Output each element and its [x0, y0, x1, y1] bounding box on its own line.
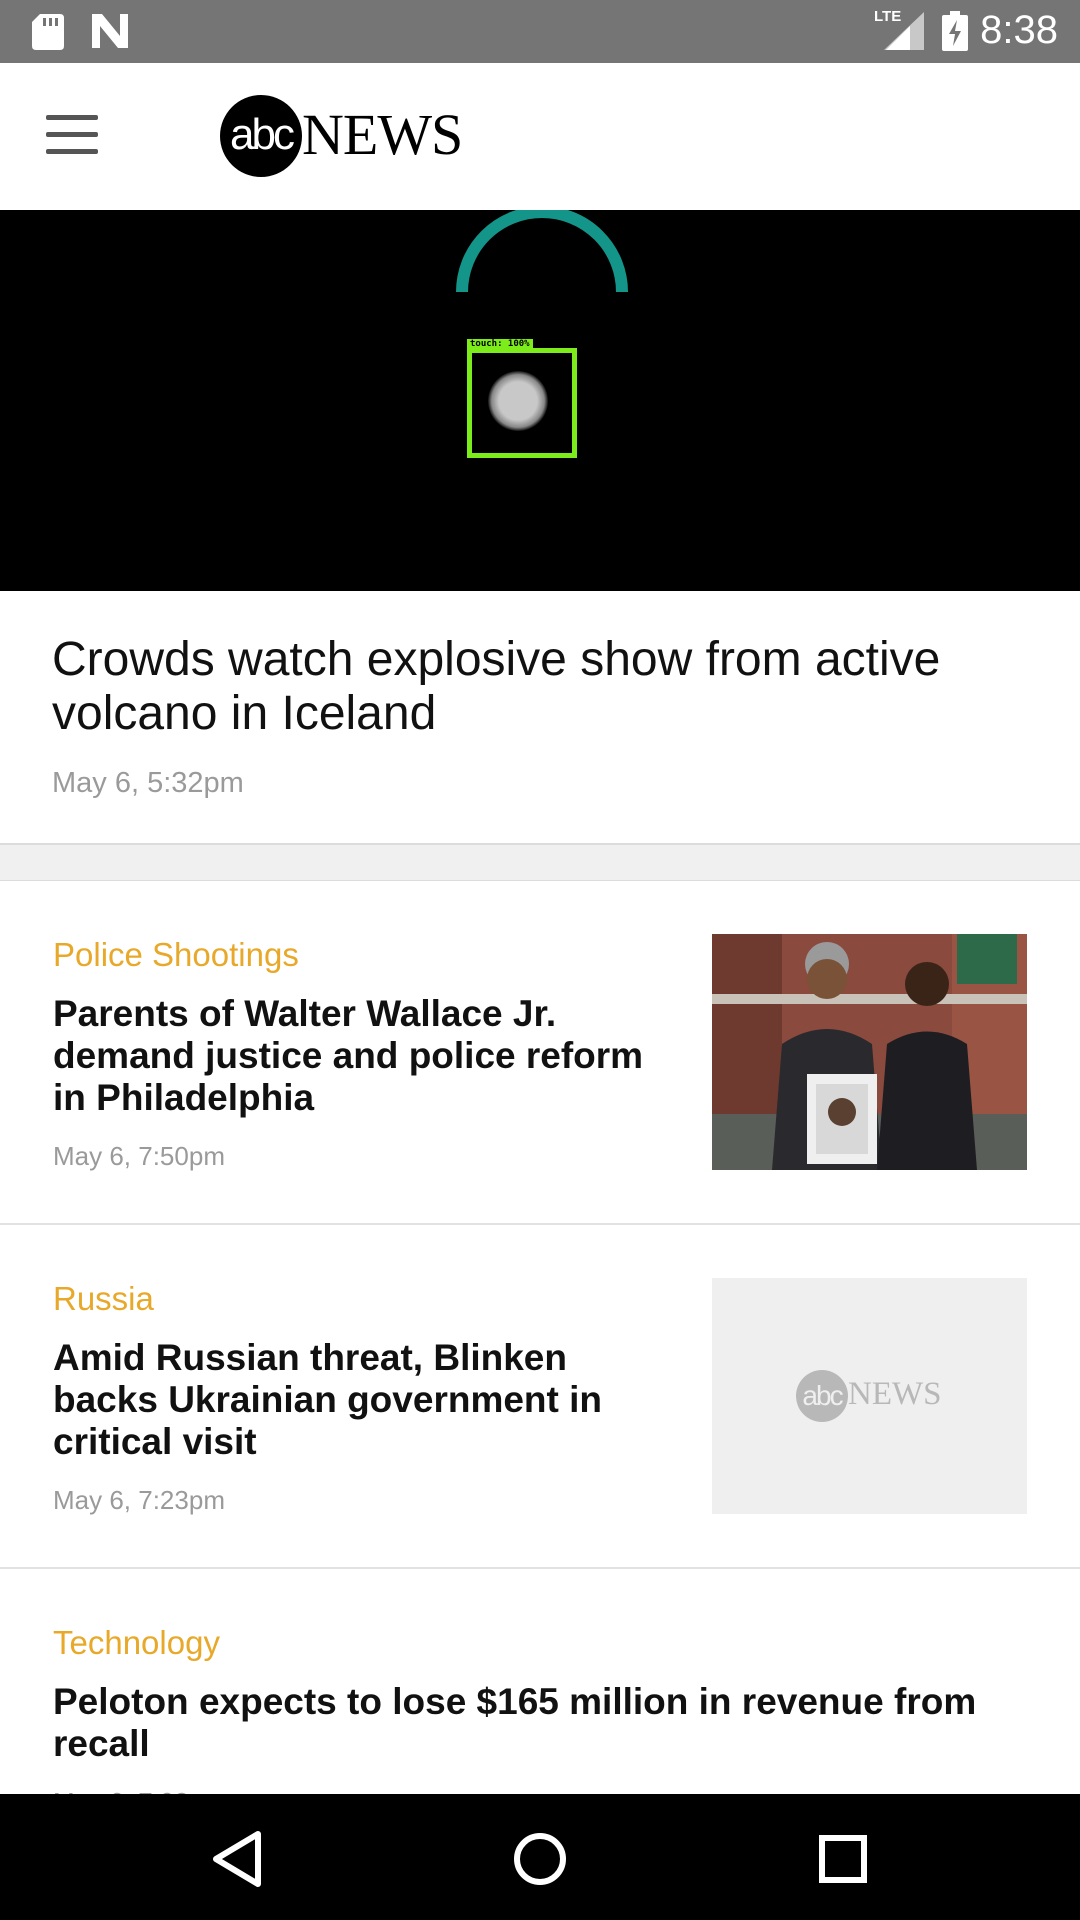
story-thumbnail-placeholder[interactable]: abc NEWS: [712, 1278, 1027, 1514]
placeholder-logo-circle: abc: [796, 1370, 848, 1422]
section-divider: [0, 843, 1080, 882]
story-category[interactable]: Police Shootings: [53, 936, 299, 974]
clock: 8:38: [980, 8, 1058, 52]
app-bar: abc NEWS: [0, 63, 1080, 210]
story-item[interactable]: Russia Amid Russian threat, Blinken back…: [0, 1225, 1080, 1569]
featured-date: May 6, 5:32pm: [52, 767, 244, 799]
n-icon: [92, 14, 128, 48]
touch-point: [488, 371, 548, 431]
featured-headline[interactable]: Crowds watch explosive show from active …: [52, 633, 1042, 741]
back-icon[interactable]: [202, 1824, 272, 1894]
featured-story[interactable]: Crowds watch explosive show from active …: [0, 591, 1080, 843]
story-item[interactable]: Police Shootings Parents of Walter Walla…: [0, 881, 1080, 1225]
story-title[interactable]: Peloton expects to lose $165 million in …: [53, 1681, 1013, 1765]
story-date: May 6, 7:23pm: [53, 1485, 225, 1515]
story-item[interactable]: Technology Peloton expects to lose $165 …: [0, 1569, 1080, 1817]
signal-icon: [884, 12, 924, 50]
loading-spinner-icon: [456, 210, 628, 293]
status-bar: LTE 8:38: [0, 0, 1080, 63]
placeholder-logo-text: NEWS: [848, 1376, 942, 1412]
logo-text: NEWS: [302, 102, 463, 167]
story-title[interactable]: Amid Russian threat, Blinken backs Ukrai…: [53, 1337, 673, 1463]
battery-charging-icon: [942, 11, 968, 51]
story-category[interactable]: Technology: [53, 1624, 220, 1662]
sd-card-icon: [32, 14, 64, 50]
story-thumbnail[interactable]: [712, 934, 1027, 1170]
home-icon[interactable]: [505, 1824, 575, 1894]
story-date: May 6, 7:50pm: [53, 1141, 225, 1171]
photo-thumbnail: [712, 934, 1027, 1170]
story-title[interactable]: Parents of Walter Wallace Jr. demand jus…: [53, 993, 673, 1119]
story-category[interactable]: Russia: [53, 1280, 154, 1318]
recents-icon[interactable]: [808, 1824, 878, 1894]
hamburger-menu-icon[interactable]: [46, 115, 98, 157]
navigation-bar: [0, 1794, 1080, 1920]
logo-circle: abc: [220, 95, 302, 177]
